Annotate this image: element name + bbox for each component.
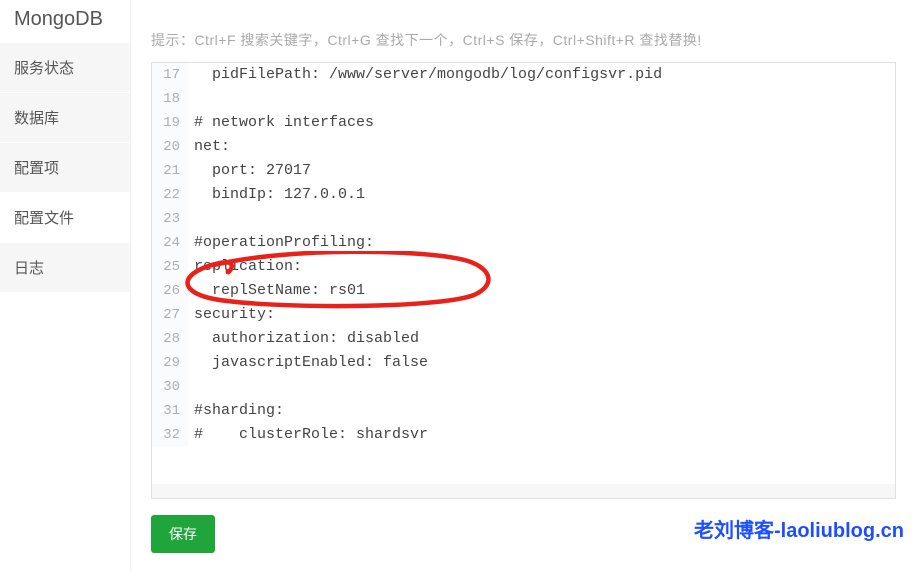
line-content[interactable]: #sharding: xyxy=(188,399,895,423)
main-panel: 提示：Ctrl+F 搜索关键字，Ctrl+G 查找下一个，Ctrl+S 保存，C… xyxy=(130,0,916,571)
sidebar-item-1[interactable]: 数据库 xyxy=(0,93,130,143)
line-content[interactable]: pidFilePath: /www/server/mongodb/log/con… xyxy=(188,63,895,87)
line-number: 27 xyxy=(152,303,188,327)
hint-bar: 提示：Ctrl+F 搜索关键字，Ctrl+G 查找下一个，Ctrl+S 保存，C… xyxy=(151,10,896,62)
line-content[interactable]: replSetName: rs01 xyxy=(188,279,895,303)
code-line[interactable]: 27security: xyxy=(152,303,895,327)
line-content[interactable]: authorization: disabled xyxy=(188,327,895,351)
line-content[interactable]: net: xyxy=(188,135,895,159)
line-number: 19 xyxy=(152,111,188,135)
code-line[interactable]: 23 xyxy=(152,207,895,231)
line-number: 24 xyxy=(152,231,188,255)
code-line[interactable]: 21 port: 27017 xyxy=(152,159,895,183)
line-content[interactable] xyxy=(188,87,895,111)
code-line[interactable]: 20net: xyxy=(152,135,895,159)
sidebar-item-4[interactable]: 日志 xyxy=(0,243,130,293)
code-line[interactable]: 31#sharding: xyxy=(152,399,895,423)
sidebar-item-label: 配置文件 xyxy=(14,207,74,228)
line-number: 30 xyxy=(152,375,188,399)
sidebar-item-label: 数据库 xyxy=(14,107,59,128)
code-line[interactable]: 22 bindIp: 127.0.0.1 xyxy=(152,183,895,207)
code-line[interactable]: 30 xyxy=(152,375,895,399)
line-content[interactable]: # network interfaces xyxy=(188,111,895,135)
sidebar-item-0[interactable]: 服务状态 xyxy=(0,43,130,93)
line-number: 29 xyxy=(152,351,188,375)
line-number: 32 xyxy=(152,423,188,447)
code-line[interactable]: 26 replSetName: rs01 xyxy=(152,279,895,303)
line-content[interactable]: bindIp: 127.0.0.1 xyxy=(188,183,895,207)
code-line[interactable]: 17 pidFilePath: /www/server/mongodb/log/… xyxy=(152,63,895,87)
line-number: 20 xyxy=(152,135,188,159)
sidebar-item-label: 配置项 xyxy=(14,157,59,178)
sidebar-item-2[interactable]: 配置项 xyxy=(0,143,130,193)
watermark: 老刘博客-laoliublog.cn xyxy=(694,514,904,543)
line-content[interactable]: port: 27017 xyxy=(188,159,895,183)
line-number: 25 xyxy=(152,255,188,279)
line-content[interactable]: replication: xyxy=(188,255,895,279)
app-title: MongoDB xyxy=(0,0,130,43)
save-button[interactable]: 保存 xyxy=(151,515,215,553)
line-content[interactable]: #operationProfiling: xyxy=(188,231,895,255)
sidebar-item-3[interactable]: 配置文件 xyxy=(0,193,130,243)
line-content[interactable] xyxy=(188,375,895,399)
code-editor[interactable]: 17 pidFilePath: /www/server/mongodb/log/… xyxy=(151,62,896,499)
sidebar-item-label: 服务状态 xyxy=(14,57,74,78)
code-line[interactable]: 28 authorization: disabled xyxy=(152,327,895,351)
code-line[interactable]: 19# network interfaces xyxy=(152,111,895,135)
sidebar: MongoDB 服务状态数据库配置项配置文件日志 xyxy=(0,0,130,571)
line-content[interactable]: security: xyxy=(188,303,895,327)
line-number: 28 xyxy=(152,327,188,351)
line-number: 18 xyxy=(152,87,188,111)
code-line[interactable]: 25replication: xyxy=(152,255,895,279)
line-content[interactable]: javascriptEnabled: false xyxy=(188,351,895,375)
code-line[interactable]: 29 javascriptEnabled: false xyxy=(152,351,895,375)
line-content[interactable]: # clusterRole: shardsvr xyxy=(188,423,895,447)
sidebar-item-label: 日志 xyxy=(14,257,44,278)
horizontal-scrollbar[interactable] xyxy=(152,484,895,498)
code-line[interactable]: 24#operationProfiling: xyxy=(152,231,895,255)
line-content[interactable] xyxy=(188,207,895,231)
line-number: 21 xyxy=(152,159,188,183)
code-line[interactable]: 18 xyxy=(152,87,895,111)
line-number: 31 xyxy=(152,399,188,423)
line-number: 17 xyxy=(152,63,188,87)
line-number: 26 xyxy=(152,279,188,303)
line-number: 23 xyxy=(152,207,188,231)
code-line[interactable]: 32# clusterRole: shardsvr xyxy=(152,423,895,447)
line-number: 22 xyxy=(152,183,188,207)
